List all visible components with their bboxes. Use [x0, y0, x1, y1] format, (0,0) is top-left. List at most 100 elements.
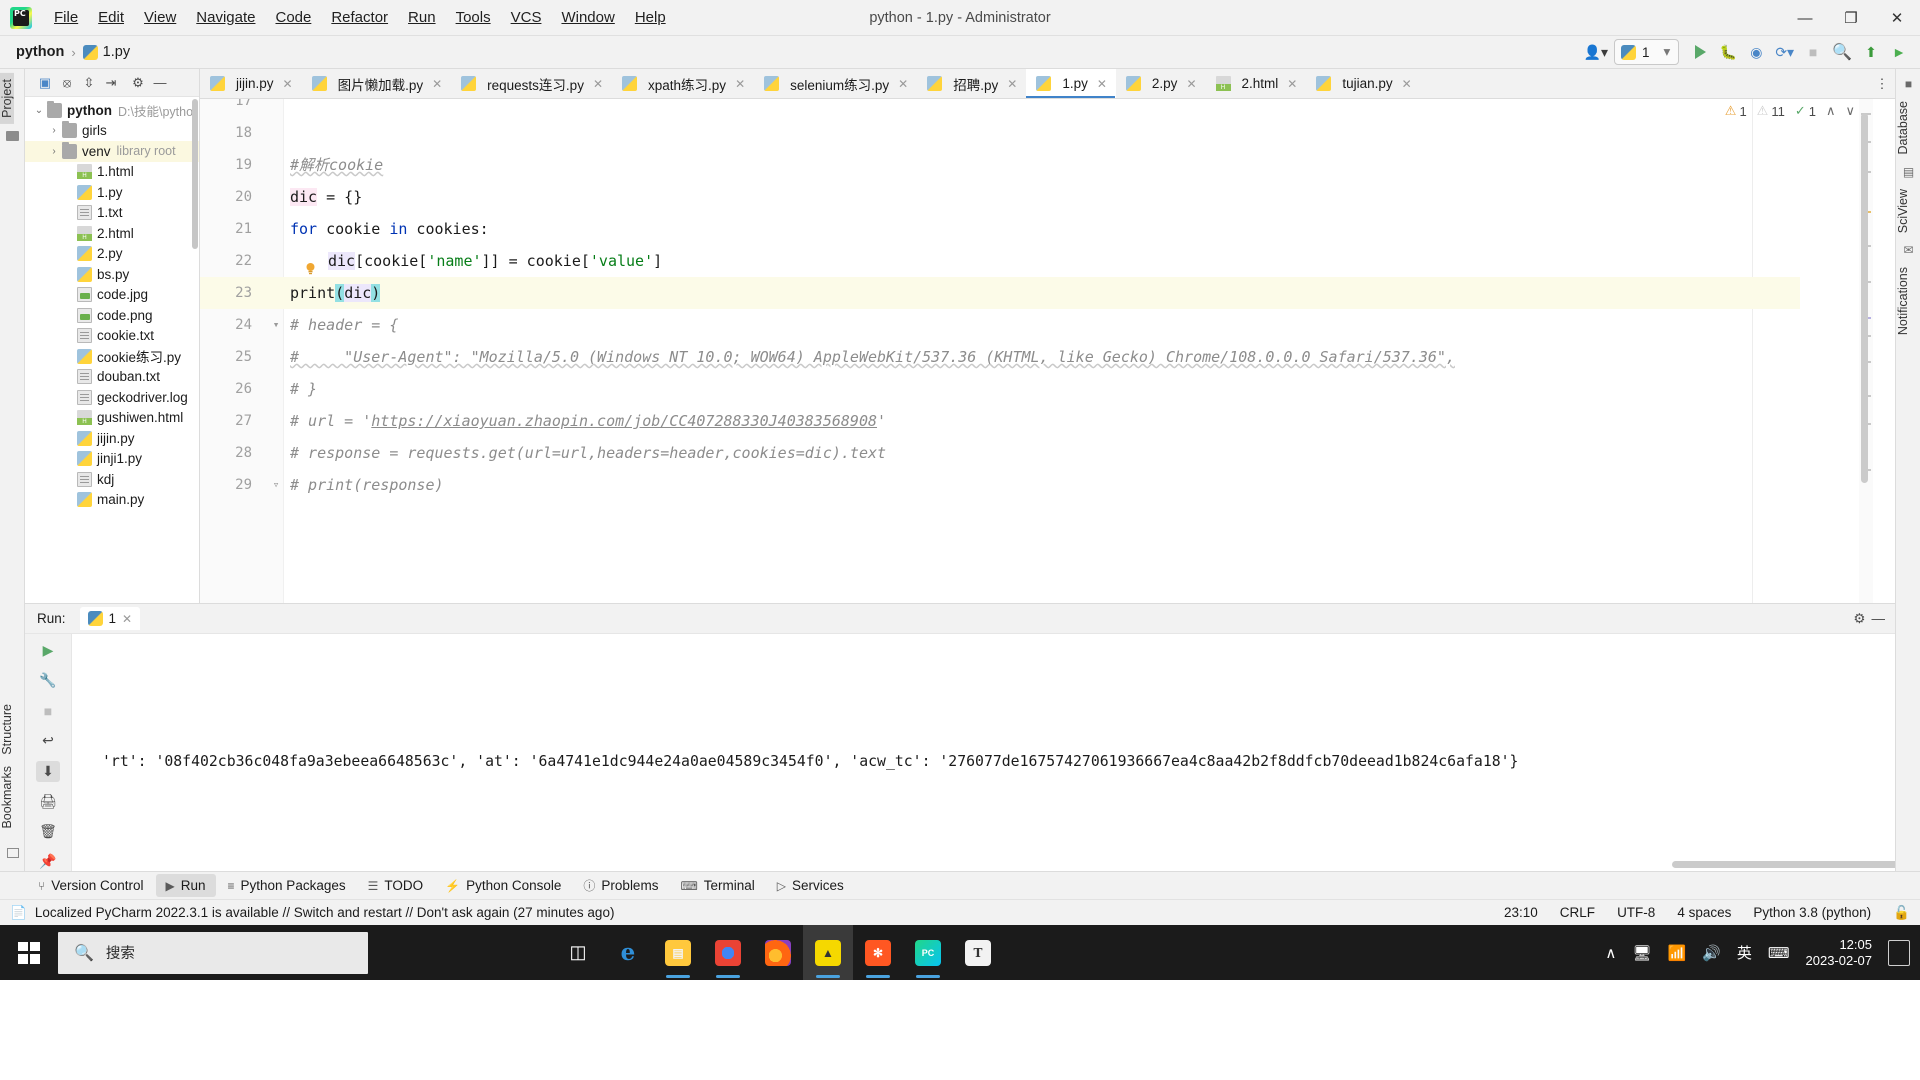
code-line[interactable]: 22 dic[cookie['name']] = cookie['value'] — [200, 245, 1800, 277]
tree-node[interactable]: jinji1.py — [25, 449, 199, 470]
editor-tab[interactable]: 招聘.py ✕ — [917, 69, 1026, 98]
tree-node[interactable]: 2.html — [25, 223, 199, 244]
status-message[interactable]: Localized PyCharm 2022.3.1 is available … — [35, 905, 615, 920]
code-line[interactable]: 18 — [200, 117, 1800, 149]
file-encoding[interactable]: UTF-8 — [1617, 905, 1655, 920]
breadcrumb-project[interactable]: python — [16, 44, 64, 60]
chrome-icon[interactable] — [703, 925, 753, 980]
editor-vertical-scrollbar[interactable] — [1861, 113, 1868, 483]
code-editor[interactable]: 17bro.quit() 18 19#解析cookie20dic = {}21for… — [200, 99, 1895, 603]
tree-node[interactable]: douban.txt — [25, 367, 199, 388]
editor-tab[interactable]: xpath练习.py ✕ — [612, 69, 754, 98]
search-everywhere-icon[interactable]: 🔍 — [1828, 39, 1856, 65]
terminal-small-icon[interactable] — [0, 841, 25, 865]
tool-window-database[interactable]: Database — [1896, 95, 1910, 161]
tree-node[interactable]: › venv library root — [25, 141, 199, 162]
bottom-tab-todo[interactable]: ☰ TODO — [358, 874, 434, 897]
tree-node[interactable]: cookie练习.py — [25, 346, 199, 367]
menu-tools[interactable]: Tools — [446, 5, 501, 31]
close-tab-icon[interactable]: ✕ — [1186, 77, 1196, 91]
settings-gear-icon[interactable]: ⚙ — [128, 73, 148, 93]
database-small-icon[interactable]: ■ — [1896, 73, 1920, 95]
editor-tab[interactable]: selenium练习.py ✕ — [754, 69, 917, 98]
locate-icon[interactable]: ⦻ — [57, 73, 77, 93]
orange-app-icon[interactable]: ✻ — [853, 925, 903, 980]
close-tab-icon[interactable]: ✕ — [1287, 77, 1297, 91]
scroll-to-end-icon[interactable]: ⬇ — [36, 760, 60, 782]
typora-icon[interactable]: T — [953, 925, 1003, 980]
code-line[interactable]: 24 ▾ # header = { — [200, 309, 1800, 341]
profile-button[interactable]: ⟳▾ — [1771, 39, 1798, 65]
prev-problem-icon[interactable]: ∧ — [1826, 103, 1836, 119]
code-line[interactable]: 21 for cookie in cookies: — [200, 213, 1800, 245]
tree-node[interactable]: 1.html — [25, 162, 199, 183]
code-line[interactable]: 19 #解析cookie — [200, 149, 1800, 181]
editor-tab[interactable]: requests连习.py ✕ — [451, 69, 612, 98]
bottom-tab-terminal[interactable]: ⌨ Terminal — [670, 874, 764, 897]
close-tab-icon[interactable]: ✕ — [593, 77, 603, 91]
collapse-all-icon[interactable]: ⇥ — [101, 73, 121, 93]
tree-node[interactable]: cookie.txt — [25, 326, 199, 347]
editor-tab[interactable]: tujian.py ✕ — [1306, 69, 1420, 98]
account-icon[interactable]: 👤▾ — [1580, 39, 1612, 65]
print-icon[interactable]: 🖨 — [36, 791, 60, 812]
chevron-icon[interactable]: › — [46, 146, 62, 157]
close-tab-icon[interactable]: ✕ — [735, 77, 745, 91]
bottom-tab-services[interactable]: ▷ Services — [767, 874, 854, 897]
chart-app-icon[interactable]: ▲ — [803, 925, 853, 980]
tree-node[interactable]: 1.txt — [25, 203, 199, 224]
wifi-icon[interactable]: 📶 — [1667, 944, 1686, 962]
next-problem-icon[interactable]: ∨ — [1845, 103, 1855, 119]
menu-code[interactable]: Code — [265, 5, 321, 31]
firefox-icon[interactable] — [753, 925, 803, 980]
tree-node[interactable]: › girls — [25, 121, 199, 142]
chevron-icon[interactable]: › — [46, 125, 62, 136]
code-line[interactable]: 27 # url = 'https://xiaoyuan.zhaopin.com/… — [200, 405, 1800, 437]
monitor-icon[interactable]: 🖥 — [1632, 944, 1651, 962]
edge-icon[interactable]: e — [603, 925, 653, 980]
tree-node[interactable]: ⌄ python D:\技能\pytho — [25, 100, 199, 121]
select-opened-file-icon[interactable]: ▣ — [35, 73, 55, 93]
editor-tab[interactable]: 2.html ✕ — [1206, 69, 1307, 98]
warning-count-grey[interactable]: ⚠ 11 — [1757, 103, 1785, 119]
more-actions-icon[interactable]: ► — [1886, 39, 1912, 65]
comment-url-link[interactable]: https://xiaoyuan.zhaopin.com/job/CC40728… — [371, 412, 877, 430]
notification-center-icon[interactable] — [1888, 939, 1910, 966]
console-output-area[interactable]: 'rt': '08f402cb36c048fa9a3ebeea6648563c'… — [72, 634, 1895, 872]
tree-node[interactable]: jijin.py — [25, 428, 199, 449]
taskbar-clock[interactable]: 12:05 2023-02-07 — [1806, 937, 1873, 969]
clear-all-icon[interactable]: 🗑 — [36, 821, 60, 842]
run-settings-gear-icon[interactable]: ⚙ — [1853, 611, 1865, 627]
run-button[interactable] — [1687, 39, 1713, 65]
menu-edit[interactable]: Edit — [88, 5, 134, 31]
editor-tab[interactable]: 1.py ✕ — [1026, 69, 1116, 98]
inspection-widget[interactable]: ⚠ 1 ⚠ 11 ✓ 1 ∧ ∨ — [1725, 103, 1855, 119]
editor-tab[interactable]: 2.py ✕ — [1116, 69, 1206, 98]
code-line[interactable]: 25 # "User-Agent": "Mozilla/5.0 (Windows … — [200, 341, 1800, 373]
editor-tab[interactable]: 图片懒加载.py ✕ — [302, 69, 452, 98]
menu-vcs[interactable]: VCS — [501, 5, 552, 31]
code-lines[interactable]: 17bro.quit() 18 19#解析cookie20dic = {}21for… — [200, 99, 1800, 589]
expand-all-icon[interactable]: ⇳ — [79, 73, 99, 93]
fold-marker-icon[interactable]: ▾ — [270, 309, 282, 341]
lock-icon[interactable]: 🔓 — [1893, 905, 1910, 921]
breadcrumb-file[interactable]: 1.py — [82, 44, 130, 60]
bottom-tab-run[interactable]: ▶ Run — [155, 874, 216, 897]
bottom-tab-python-console[interactable]: ⚡ Python Console — [435, 874, 571, 897]
run-configuration-selector[interactable]: 1 ▾ — [1614, 39, 1680, 65]
tree-node[interactable]: 1.py — [25, 182, 199, 203]
tab-list-overflow-icon[interactable]: ⋮ — [1869, 69, 1895, 98]
rerun-icon[interactable]: ▶ — [36, 640, 60, 661]
tool-window-bookmarks[interactable]: Bookmarks — [0, 760, 14, 835]
editor-tab[interactable]: jijin.py ✕ — [200, 69, 302, 98]
menu-window[interactable]: Window — [551, 5, 624, 31]
hide-panel-icon[interactable]: — — [150, 73, 170, 93]
code-line[interactable]: 17bro.quit() — [200, 99, 1800, 117]
stop-button[interactable]: ■ — [1800, 39, 1826, 65]
code-line[interactable]: 28 # response = requests.get(url=url,head… — [200, 437, 1800, 469]
soft-wrap-icon[interactable]: ↩ — [36, 730, 60, 751]
typo-count-green[interactable]: ✓ 1 — [1795, 103, 1816, 119]
pin-icon[interactable]: 📌 — [36, 851, 60, 872]
tree-node[interactable]: geckodriver.log — [25, 387, 199, 408]
close-tab-icon[interactable]: ✕ — [283, 77, 293, 91]
